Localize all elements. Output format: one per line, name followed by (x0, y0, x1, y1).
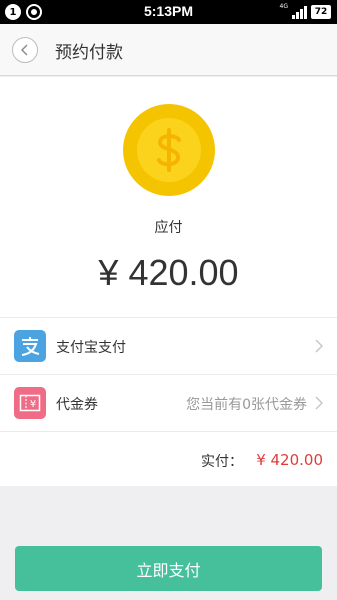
back-button[interactable] (12, 37, 38, 63)
nav-bar: 预约付款 (0, 24, 337, 76)
payment-panel: 应付 ¥ 420.00 支付宝支付 ¥ 代金券 您当前有0张代金券 实付： ¥ … (0, 77, 337, 486)
payment-method-label: 支付宝支付 (56, 340, 126, 356)
voucher-row[interactable]: ¥ 代金券 您当前有0张代金券 (0, 375, 337, 431)
alipay-icon (14, 330, 46, 362)
voucher-icon: ¥ (14, 387, 46, 419)
coin-icon (123, 104, 215, 196)
page-title: 预约付款 (55, 43, 123, 63)
svg-text:¥: ¥ (30, 399, 36, 410)
chevron-right-icon (315, 396, 323, 410)
system-indicators: 4G 72 (280, 4, 331, 19)
chevron-left-icon (21, 44, 28, 56)
payable-amount: ¥ 420.00 (98, 252, 239, 293)
paid-amount: ¥ 420.00 (256, 451, 323, 469)
divider (0, 431, 337, 432)
chevron-right-icon (315, 339, 323, 353)
payment-method-row[interactable]: 支付宝支付 (0, 318, 337, 374)
voucher-label: 代金券 (56, 397, 98, 413)
battery-icon: 72 (311, 5, 331, 19)
payable-label: 应付 (154, 220, 183, 236)
signal-icon (292, 6, 307, 19)
pay-now-button[interactable]: 立即支付 (15, 546, 322, 591)
network-type: 4G (279, 3, 288, 10)
voucher-count: 您当前有0张代金券 (186, 397, 307, 413)
status-bar: 1 5:13PM 4G 72 (0, 0, 337, 24)
paid-label: 实付： (201, 454, 243, 470)
